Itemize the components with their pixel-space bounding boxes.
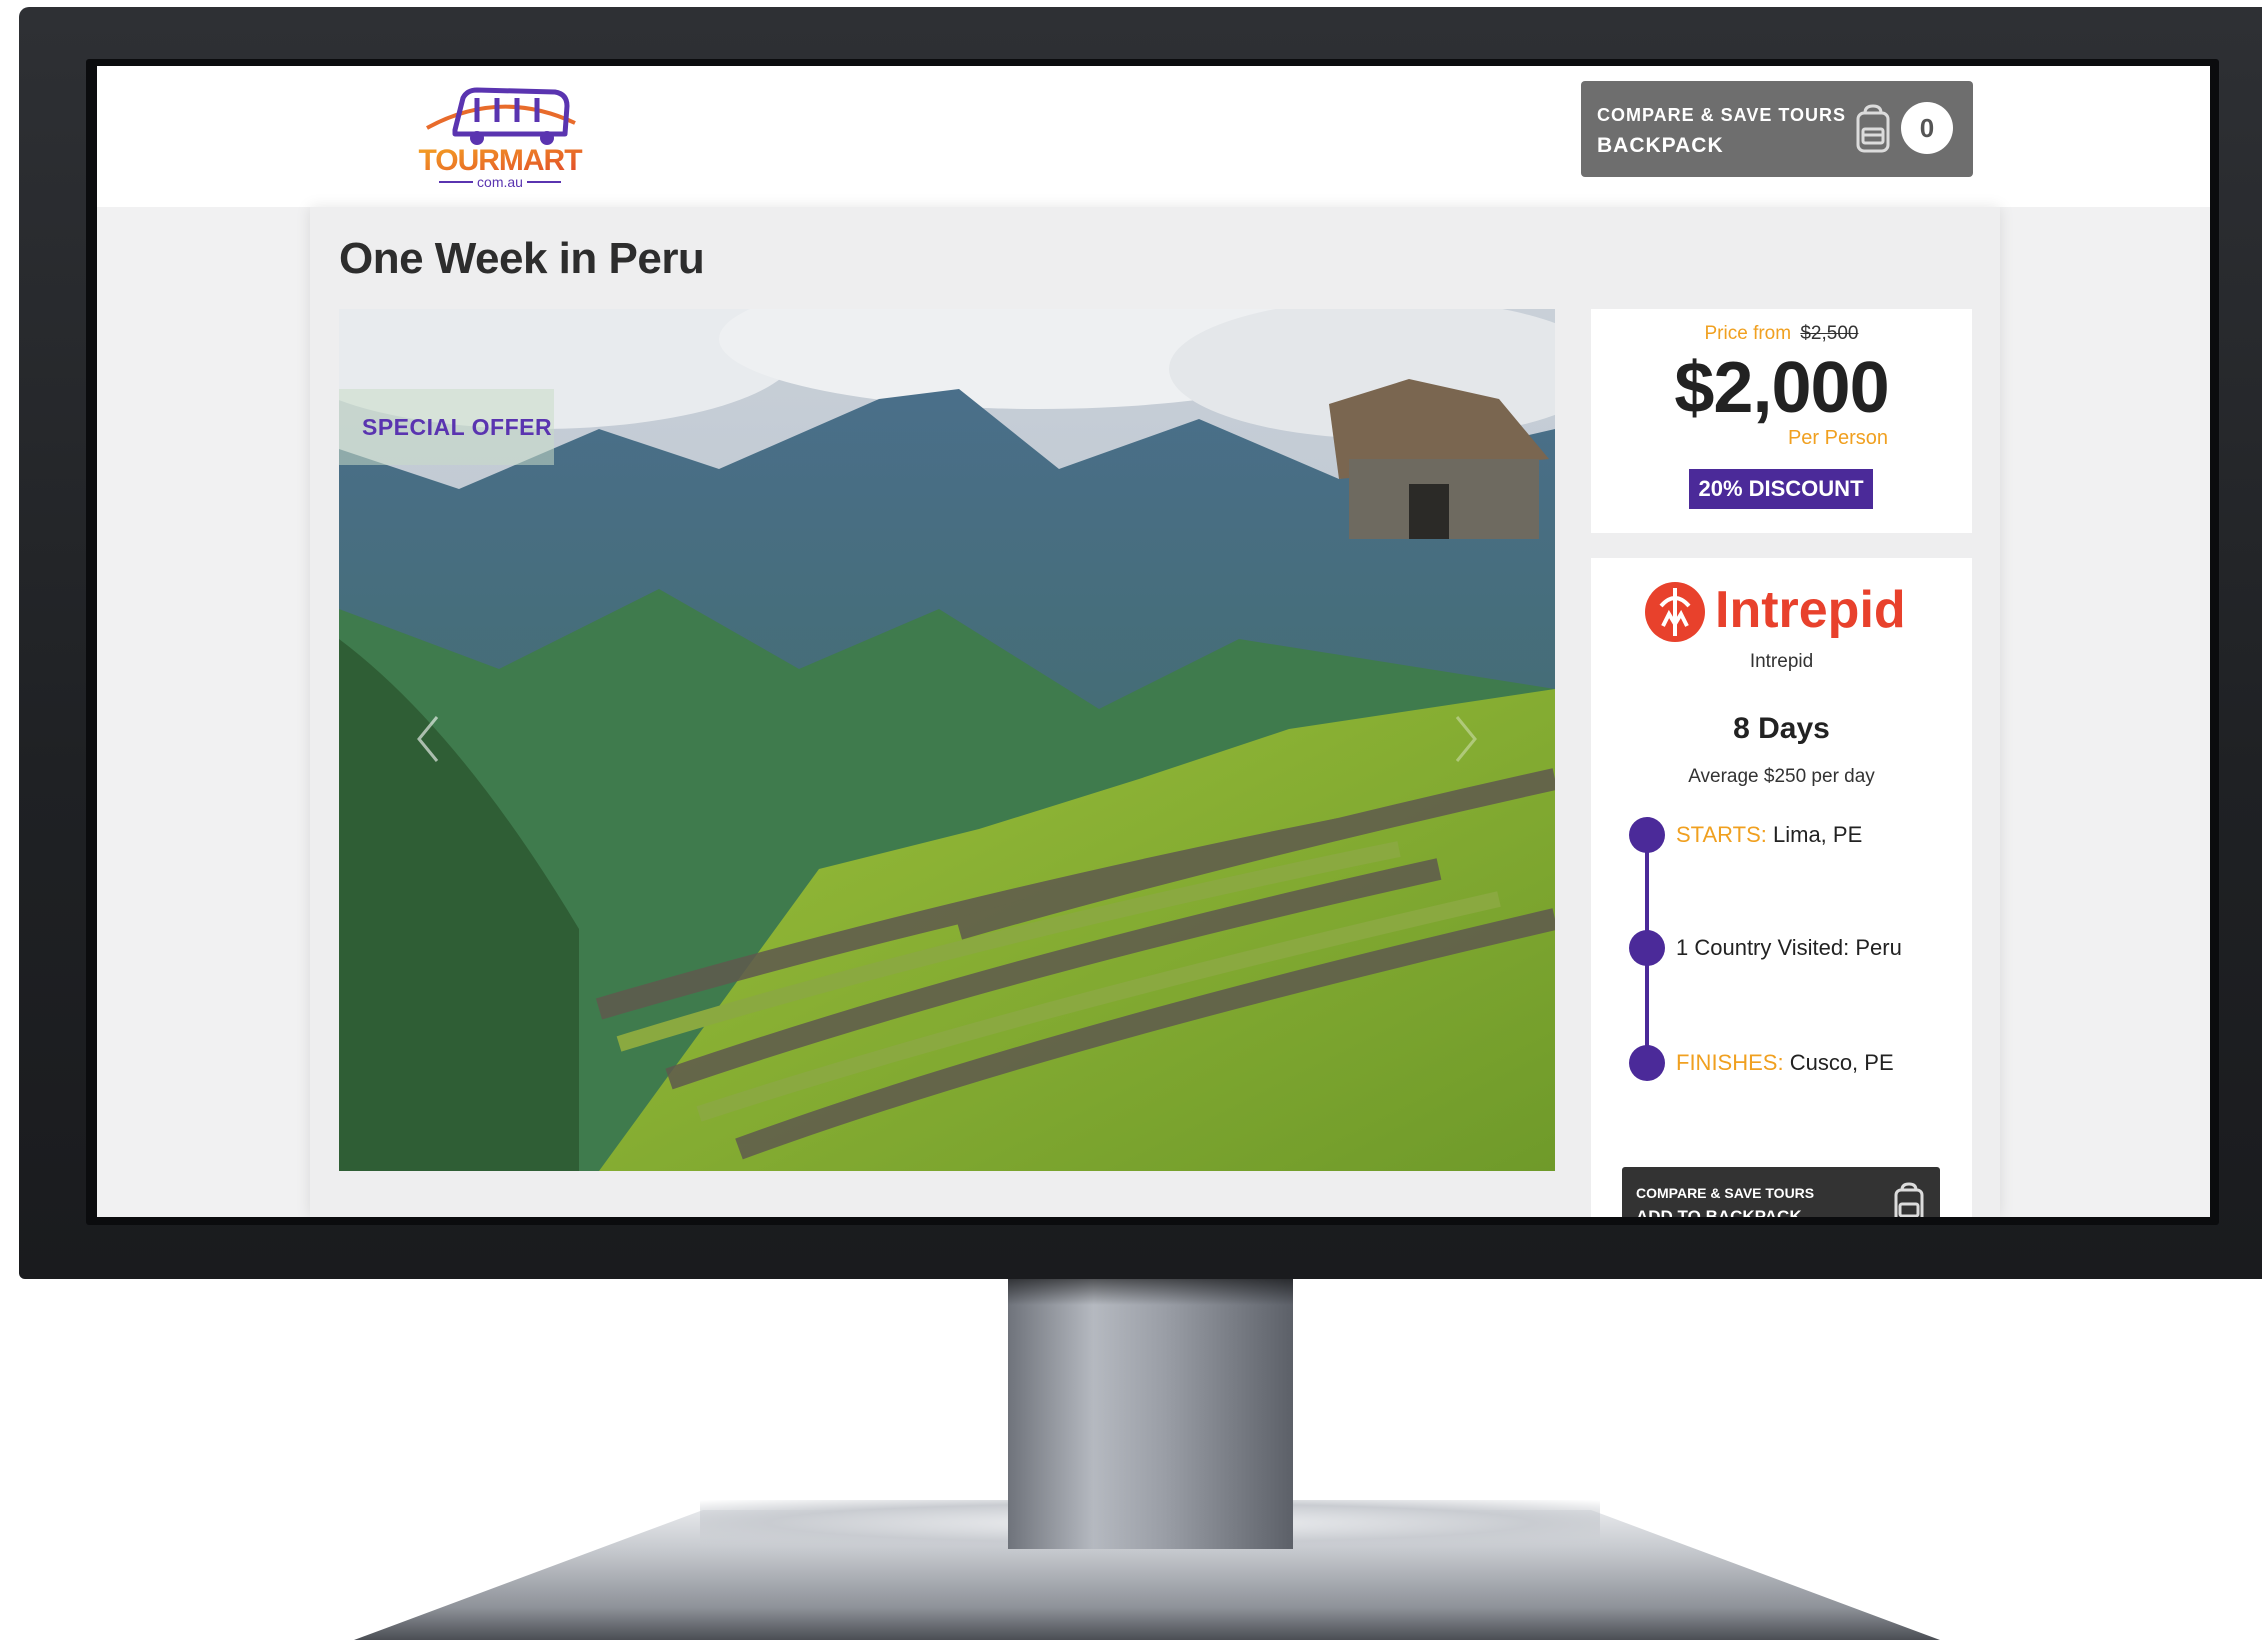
tour-info-card: Intrepid Intrepid 8 Days Average $250 pe… (1591, 558, 1972, 1217)
carousel-next-icon[interactable] (1445, 709, 1485, 769)
starts-value: Lima, PE (1773, 822, 1863, 847)
intrepid-logo[interactable]: Intrepid (1643, 576, 1923, 646)
timeline-dot-country (1629, 930, 1665, 966)
starts-label: STARTS: (1676, 822, 1767, 847)
finishes-value: Cusco, PE (1789, 1050, 1894, 1075)
finishes-label: FINISHES: (1676, 1050, 1784, 1075)
timeline-starts: STARTS: Lima, PE (1676, 815, 1862, 855)
current-price: $2,000 (1674, 348, 1889, 428)
backpack-button-label: BACKPACK (1597, 134, 1724, 157)
monitor-stand-neck (1008, 1279, 1293, 1549)
special-offer-badge: SPECIAL OFFER (339, 389, 554, 465)
carousel-prev-icon[interactable] (409, 709, 449, 769)
backpack-button-caption: COMPARE & SAVE TOURS (1597, 105, 1847, 125)
timeline-dot-finish (1629, 1045, 1665, 1081)
timeline-countries: 1 Country Visited: Peru (1676, 935, 1902, 960)
backpack-button[interactable]: COMPARE & SAVE TOURS BACKPACK 0 (1581, 81, 1973, 177)
discount-badge: 20% DISCOUNT (1689, 469, 1873, 509)
timeline-finishes: FINISHES: Cusco, PE (1676, 1043, 1894, 1083)
original-price: $2,500 (1800, 323, 1859, 344)
logo-text: TOURMART (418, 144, 582, 177)
tour-image-carousel[interactable]: SPECIAL OFFER (339, 309, 1555, 1171)
add-to-backpack-button[interactable]: COMPARE & SAVE TOURS ADD TO BACKPACK (1622, 1167, 1940, 1217)
backpack-icon (1853, 103, 1893, 155)
price-unit: Per Person (1787, 427, 1888, 449)
backpack-icon (1892, 1181, 1926, 1217)
tourmart-logo[interactable]: TOURMART com.au (415, 78, 585, 196)
price-card: Price from $2,500 $2,000 Per Person 20% … (1591, 309, 1972, 533)
monitor-stand-neck-shadow (1008, 1279, 1293, 1305)
intrepid-logo-text: Intrepid (1715, 581, 1906, 639)
price-from-row: Price from $2,500 (1591, 323, 1972, 345)
price-from-label: Price from (1704, 323, 1792, 344)
tour-duration: 8 Days (1733, 712, 1830, 745)
browser-viewport: TOURMART com.au COMPARE & SAVE TOURS BAC… (97, 66, 2210, 1217)
timeline-dot-start (1629, 817, 1665, 853)
backpack-count-badge: 0 (1901, 102, 1953, 154)
average-per-day: Average $250 per day (1688, 766, 1875, 787)
add-to-backpack-label: ADD TO BACKPACK (1636, 1207, 1802, 1217)
page-title: One Week in Peru (339, 234, 705, 283)
operator-name: Intrepid (1749, 651, 1814, 672)
site-header: TOURMART com.au COMPARE & SAVE TOURS BAC… (97, 66, 2210, 207)
logo-subtext: com.au (477, 174, 523, 190)
add-to-backpack-caption: COMPARE & SAVE TOURS (1636, 1185, 1815, 1201)
